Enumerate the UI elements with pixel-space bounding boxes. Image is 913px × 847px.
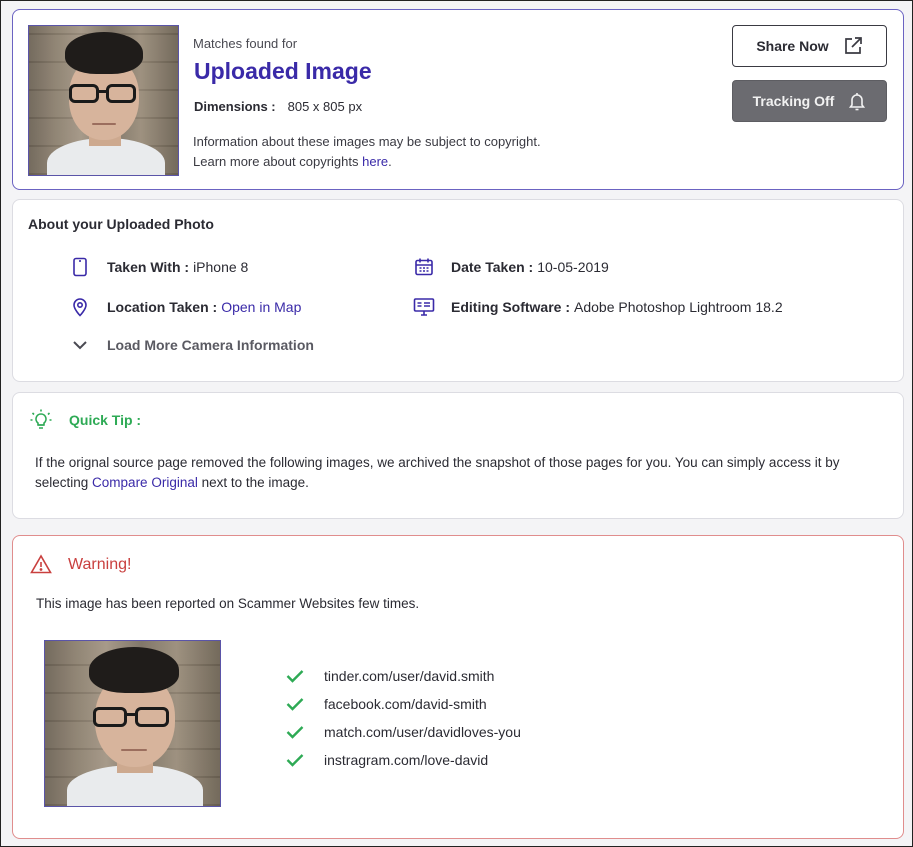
date-taken-label: Date Taken : [451,259,534,275]
bell-icon [848,91,866,111]
check-icon [286,753,304,767]
map-pin-icon [69,297,91,317]
reported-site-item: tinder.com/user/david.smith [286,662,521,690]
load-more-camera-info[interactable]: Load More Camera Information [69,337,318,353]
dimensions-value: 805 x 805 px [287,99,363,114]
quick-tip-body-end: next to the image. [197,475,309,490]
open-in-map-link[interactable]: Open in Map [221,299,301,315]
tracking-toggle-button[interactable]: Tracking Off [732,80,887,122]
header-card: Matches found for Uploaded Image Dimensi… [12,9,904,190]
reported-site-item: instragram.com/love-david [286,746,521,774]
editing-software-row: Editing Software : Adobe Photoshop Light… [413,297,783,317]
share-now-label: Share Now [756,38,829,54]
quick-tip-card: Quick Tip : If the orignal source page r… [12,392,904,519]
about-photo-card: About your Uploaded Photo Taken With : i… [12,199,904,382]
copyright-info: Information about these images may be su… [193,132,553,172]
tracking-label: Tracking Off [752,93,835,109]
matches-found-label: Matches found for [193,36,298,51]
quick-tip-title: Quick Tip : [69,412,142,428]
editing-software-value: Adobe Photoshop Lightroom 18.2 [574,299,783,315]
location-label: Location Taken : [107,299,218,315]
quick-tip-text: If the orignal source page removed the f… [35,453,875,493]
reported-site-url: tinder.com/user/david.smith [324,668,495,684]
warning-text: This image has been reported on Scammer … [36,596,420,611]
about-title: About your Uploaded Photo [28,216,214,232]
phone-icon [69,257,91,277]
page-title: Uploaded Image [194,58,372,84]
location-row: Location Taken : Open in Map [69,297,301,317]
compare-original-link[interactable]: Compare Original [92,475,198,490]
editing-software-label: Editing Software : [451,299,570,315]
warning-triangle-icon [30,554,52,574]
calendar-icon [413,257,435,277]
copyright-text-end: . [388,154,392,169]
reported-sites-list: tinder.com/user/david.smith facebook.com… [286,662,521,774]
reported-site-url: facebook.com/david-smith [324,696,487,712]
lightbulb-icon [29,408,53,432]
taken-with-label: Taken With : [107,259,190,275]
copyright-link[interactable]: here [362,154,388,169]
external-link-icon [843,36,863,56]
reported-site-url: match.com/user/davidloves-you [324,724,521,740]
taken-with-row: Taken With : iPhone 8 [69,257,248,277]
date-taken-row: Date Taken : 10-05-2019 [413,257,609,277]
warning-card: Warning! This image has been reported on… [12,535,904,839]
monitor-icon [413,297,435,317]
check-icon [286,697,304,711]
uploaded-photo-thumbnail [28,25,179,176]
check-icon [286,669,304,683]
warning-title: Warning! [68,556,132,573]
reported-site-url: instragram.com/love-david [324,752,489,768]
reported-site-item: facebook.com/david-smith [286,690,521,718]
load-more-label: Load More Camera Information [107,337,314,353]
reported-photo-thumbnail [44,640,221,807]
app-frame: Matches found for Uploaded Image Dimensi… [0,0,913,847]
date-taken-value: 10-05-2019 [537,259,609,275]
dimensions-row: Dimensions : 805 x 805 px [194,99,362,114]
dimensions-label: Dimensions : [194,99,276,114]
share-now-button[interactable]: Share Now [732,25,887,67]
check-icon [286,725,304,739]
reported-site-item: match.com/user/davidloves-you [286,718,521,746]
taken-with-value: iPhone 8 [193,259,249,275]
chevron-down-icon [69,339,91,351]
